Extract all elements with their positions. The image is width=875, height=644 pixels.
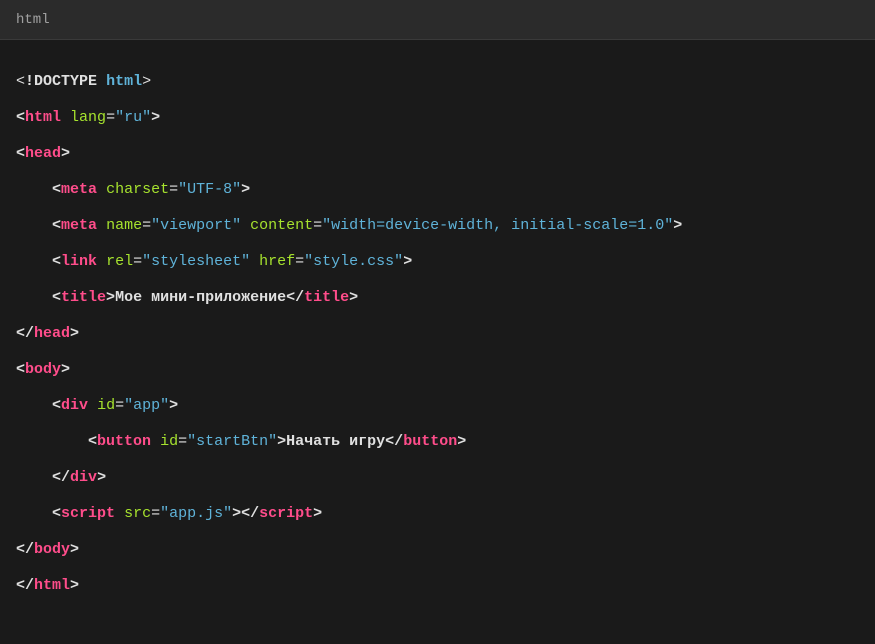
code-line: <meta name="viewport" content="width=dev… [16, 208, 859, 244]
code-line: <title>Мое мини-приложение</title> [16, 280, 859, 316]
code-line: </div> [16, 460, 859, 496]
code-line: </body> [16, 532, 859, 568]
code-line: <html lang="ru"> [16, 100, 859, 136]
code-line: </head> [16, 316, 859, 352]
code-line: <div id="app"> [16, 388, 859, 424]
code-line: <script src="app.js"></script> [16, 496, 859, 532]
code-line: <meta charset="UTF-8"> [16, 172, 859, 208]
code-line: <!DOCTYPE html> [16, 64, 859, 100]
code-line: </html> [16, 568, 859, 604]
code-line: <head> [16, 136, 859, 172]
code-content: <!DOCTYPE html><html lang="ru"><head> <m… [0, 40, 875, 628]
language-label: html [16, 12, 50, 28]
code-line: <body> [16, 352, 859, 388]
code-block-header: html [0, 0, 875, 40]
code-line: <link rel="stylesheet" href="style.css"> [16, 244, 859, 280]
code-line: <button id="startBtn">Начать игру</butto… [16, 424, 859, 460]
